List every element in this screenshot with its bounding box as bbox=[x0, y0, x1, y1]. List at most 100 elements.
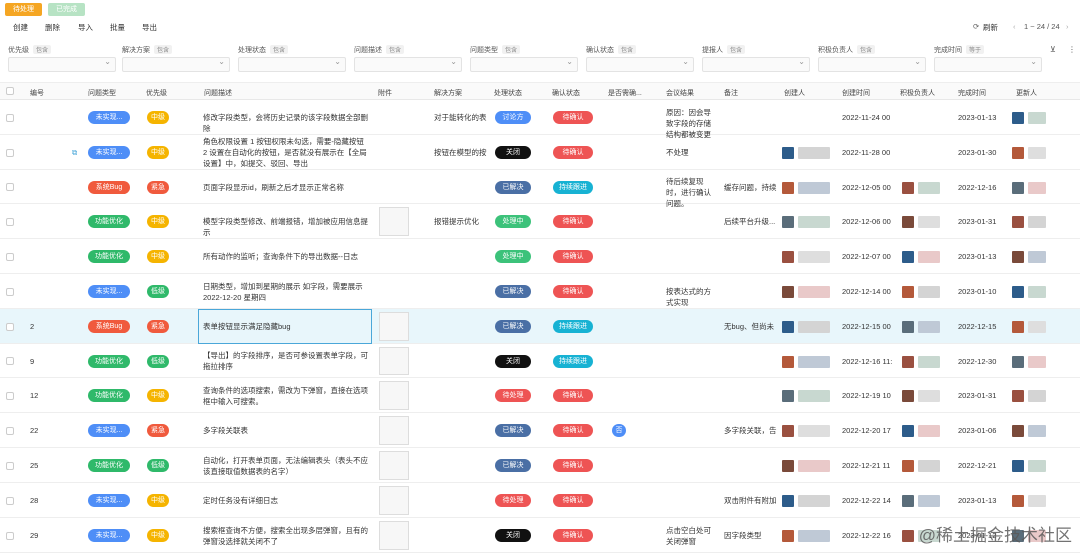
column-header[interactable]: 问题描述 bbox=[204, 88, 232, 98]
row-checkbox[interactable] bbox=[6, 148, 14, 157]
delete-button[interactable]: 删除 bbox=[45, 22, 60, 33]
batch-button[interactable]: 批量 bbox=[110, 22, 125, 33]
updater-name-blurred bbox=[1028, 216, 1046, 228]
issue-description[interactable]: 角色权限设置 1 按钮权限未勾选，需要-隐藏按钮 2 设置在自动化的按钮，是否就… bbox=[203, 136, 369, 169]
issue-description[interactable]: 多字段关联表 bbox=[203, 425, 369, 436]
attachment-thumbnail[interactable] bbox=[379, 486, 409, 515]
filter-operator-chip[interactable]: 包含 bbox=[727, 45, 746, 54]
refresh-button[interactable]: 刷新 bbox=[983, 22, 998, 33]
issue-description[interactable]: 自动化，打开表单页面，无法编辑表头（表头不应该直接取值数据表的名字） bbox=[203, 455, 369, 477]
row-checkbox[interactable] bbox=[6, 322, 14, 331]
table-row[interactable]: 未实现... 低级 日期类型，增加到星期的展示 如字段，需要展示2022-12-20… bbox=[0, 274, 1080, 309]
column-header[interactable]: 解决方案 bbox=[434, 88, 462, 98]
column-header[interactable]: 创建人 bbox=[784, 88, 805, 98]
row-checkbox[interactable] bbox=[6, 531, 14, 540]
row-checkbox[interactable] bbox=[6, 496, 14, 505]
table-row[interactable]: 系统Bug 紧急 页面字段显示id，刷新之后才显示正常名称 已解决 持续跟进 待后续复现时… bbox=[0, 170, 1080, 208]
filter-operator-chip[interactable]: 包含 bbox=[270, 45, 289, 54]
issue-description[interactable]: 搜索框查询不方便，搜索全出现多层弹窗，且有的弹窗没选择就关闭不了 bbox=[203, 525, 369, 547]
next-page-icon[interactable]: › bbox=[1066, 22, 1069, 31]
filter-operator-chip[interactable]: 包含 bbox=[502, 45, 521, 54]
column-header[interactable]: 创建时间 bbox=[842, 88, 870, 98]
column-header[interactable]: 积极负责人 bbox=[900, 88, 935, 98]
filter-icon[interactable]: ⊻ bbox=[1050, 45, 1056, 54]
filter-select[interactable] bbox=[818, 57, 926, 72]
column-header[interactable]: 优先级 bbox=[146, 88, 167, 98]
issue-description[interactable]: 所有动作的监听；查询条件下的导出数据--日志 bbox=[203, 251, 369, 262]
filter-select[interactable] bbox=[354, 57, 462, 72]
attachment-thumbnail[interactable] bbox=[379, 381, 409, 410]
column-header[interactable]: 确认状态 bbox=[552, 88, 580, 98]
attachment-thumbnail[interactable] bbox=[379, 451, 409, 480]
row-checkbox[interactable] bbox=[6, 391, 14, 400]
filter-select[interactable] bbox=[934, 57, 1042, 72]
row-checkbox[interactable] bbox=[6, 217, 14, 226]
prev-page-icon[interactable]: ‹ bbox=[1013, 22, 1016, 31]
filter-select[interactable] bbox=[122, 57, 230, 72]
issue-description[interactable]: 【导出】的字段排序，是否可参设置表单字段，可拖拉排序 bbox=[203, 350, 369, 372]
row-checkbox[interactable] bbox=[6, 357, 14, 365]
tab-todo[interactable]: 待处理 bbox=[5, 3, 42, 16]
filter-operator-chip[interactable]: 包含 bbox=[618, 45, 637, 54]
row-checkbox[interactable] bbox=[6, 287, 14, 296]
table-row[interactable]: 25 功能优化 低级 自动化，打开表单页面，无法编辑表头（表头不应该直接取值数据表的名… bbox=[0, 448, 1080, 483]
issue-description[interactable]: 页面字段显示id，刷新之后才显示正常名称 bbox=[203, 182, 369, 193]
create-button[interactable]: 创建 bbox=[13, 22, 28, 33]
table-row[interactable]: 12 功能优化 中级 查询条件的选项搜索，需改为下弹窗，直接在选项框中输入可搜索。 待处… bbox=[0, 378, 1080, 413]
column-header[interactable]: 处理状态 bbox=[494, 88, 522, 98]
column-header[interactable]: 编号 bbox=[30, 88, 44, 98]
column-header[interactable]: 完成时间 bbox=[958, 88, 986, 98]
status-tag: 处理中 bbox=[495, 215, 531, 228]
filter-select[interactable] bbox=[470, 57, 578, 72]
table-row[interactable]: 9 功能优化 低级 【导出】的字段排序，是否可参设置表单字段，可拖拉排序 关闭 持续跟进 2… bbox=[0, 344, 1080, 378]
row-checkbox[interactable] bbox=[6, 461, 14, 470]
issue-type-tag: 未实现... bbox=[88, 494, 130, 507]
import-button[interactable]: 导入 bbox=[78, 22, 93, 33]
export-button[interactable]: 导出 bbox=[142, 22, 157, 33]
issue-description[interactable]: 模型字段类型修改、前端报错，增加被应用信息提示 bbox=[203, 216, 369, 238]
column-header[interactable]: 是否需确... bbox=[608, 88, 642, 98]
filter-select[interactable] bbox=[702, 57, 810, 72]
attachment-thumbnail[interactable] bbox=[379, 207, 409, 236]
column-header[interactable]: 问题类型 bbox=[88, 88, 116, 98]
attachment-thumbnail[interactable] bbox=[379, 416, 409, 445]
filter-operator-chip[interactable]: 包含 bbox=[386, 45, 405, 54]
filter-select[interactable] bbox=[8, 57, 116, 72]
owner-avatar bbox=[902, 251, 914, 263]
table-row[interactable]: 功能优化 中级 模型字段类型修改、前端报错，增加被应用信息提示 报错提示优化 处理中 待确… bbox=[0, 204, 1080, 239]
table-row[interactable]: 未实现... 中级 角色权限设置 1 按钮权限未勾选，需要-隐藏按钮 2 设置在自动… bbox=[0, 135, 1080, 170]
issue-type-tag: 系统Bug bbox=[88, 320, 130, 333]
attachment-thumbnail[interactable] bbox=[379, 521, 409, 550]
column-header[interactable]: 会议结果 bbox=[666, 88, 694, 98]
row-checkbox[interactable] bbox=[6, 113, 14, 122]
issue-description[interactable]: 修改字段类型，会将历史记录的该字段数据全部删除 bbox=[203, 112, 369, 134]
row-checkbox[interactable] bbox=[6, 183, 14, 191]
column-settings-icon[interactable]: ⋮ bbox=[1068, 45, 1076, 54]
filter-operator-chip[interactable]: 包含 bbox=[857, 45, 876, 54]
column-header[interactable]: 附件 bbox=[378, 88, 392, 98]
table-row[interactable]: 功能优化 中级 所有动作的监听；查询条件下的导出数据--日志 处理中 待确认 2022-1… bbox=[0, 239, 1080, 274]
issue-description[interactable]: 日期类型，增加到星期的展示 如字段，需要展示2022-12-20 星期四 bbox=[203, 281, 369, 303]
filter-operator-chip[interactable]: 包含 bbox=[33, 45, 52, 54]
filter-select[interactable] bbox=[586, 57, 694, 72]
attachment-thumbnail[interactable] bbox=[379, 312, 409, 341]
creator-avatar bbox=[782, 495, 794, 507]
row-checkbox[interactable] bbox=[6, 252, 14, 261]
tab-done[interactable]: 已完成 bbox=[48, 3, 85, 16]
refresh-icon[interactable]: ⟳ bbox=[973, 22, 979, 31]
attachment-thumbnail[interactable] bbox=[379, 347, 409, 375]
filter-operator-chip[interactable]: 包含 bbox=[154, 45, 173, 54]
select-all-checkbox[interactable] bbox=[6, 87, 14, 95]
table-row[interactable]: 未实现... 中级 修改字段类型，会将历史记录的该字段数据全部删除 对于能转化的表 讨论… bbox=[0, 100, 1080, 139]
issue-description[interactable]: 查询条件的选项搜索，需改为下弹窗，直接在选项框中输入可搜索。 bbox=[203, 385, 369, 407]
filter-select[interactable] bbox=[238, 57, 346, 72]
table-row[interactable]: 22 未实现... 紧急 多字段关联表 已解决 待确认 否 多字段关联，告 2022-12-20… bbox=[0, 413, 1080, 448]
filter-operator-chip[interactable]: 等于 bbox=[966, 45, 985, 54]
issue-description[interactable]: 定时任务没有详细日志 bbox=[203, 495, 369, 506]
open-detail-icon[interactable]: ⧉ bbox=[72, 147, 77, 158]
table-row[interactable]: 28 未实现... 中级 定时任务没有详细日志 待处理 待确认 双击附件有附加 2022-12… bbox=[0, 483, 1080, 518]
row-checkbox[interactable] bbox=[6, 426, 14, 435]
column-header[interactable]: 更新人 bbox=[1016, 88, 1037, 98]
column-header[interactable]: 备注 bbox=[724, 88, 738, 98]
table-row[interactable]: 2 系统Bug 紧急 表单按钮显示满足隐藏bug 已解决 持续跟进 无bug、但尚未 2022… bbox=[0, 309, 1080, 344]
